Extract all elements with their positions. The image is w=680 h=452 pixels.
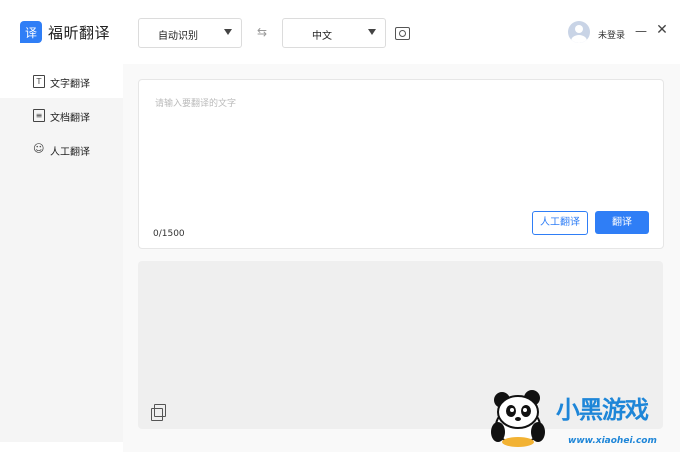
text-icon: T xyxy=(33,75,45,88)
chevron-down-icon xyxy=(224,29,232,35)
sidebar-item-text-translate[interactable]: T 文字翻译 xyxy=(0,64,123,98)
target-language-value: 中文 xyxy=(312,31,332,42)
source-language-select[interactable]: 自动识别 xyxy=(138,18,242,48)
human-icon: ☺ xyxy=(33,142,45,155)
sidebar-item-human-translate[interactable]: ☺ 人工翻译 xyxy=(0,132,123,166)
watermark: 小黑游戏 www.xiaohei.com xyxy=(486,384,680,450)
source-language-value: 自动识别 xyxy=(158,31,198,42)
human-translate-button[interactable]: 人工翻译 xyxy=(532,211,588,235)
sidebar-item-label: 文档翻译 xyxy=(50,113,90,124)
watermark-text: 小黑游戏 xyxy=(556,396,649,424)
character-counter: 0/1500 xyxy=(153,229,185,239)
top-bar: 译 福昕翻译 自动识别 ⇆ 中文 未登录 — ✕ xyxy=(0,0,680,64)
sidebar-item-label: 人工翻译 xyxy=(50,147,90,158)
translate-button[interactable]: 翻译 xyxy=(595,211,649,234)
copy-icon[interactable] xyxy=(151,404,166,421)
document-icon: ≡ xyxy=(33,109,45,122)
target-language-select[interactable]: 中文 xyxy=(282,18,386,48)
minimize-icon[interactable]: — xyxy=(635,24,647,38)
camera-icon[interactable] xyxy=(395,27,410,40)
watermark-url: www.xiaohei.com xyxy=(568,436,657,446)
source-text-input[interactable]: 请输入要翻译的文字 0/1500 人工翻译 翻译 xyxy=(138,79,664,249)
close-icon[interactable]: ✕ xyxy=(655,22,669,38)
panda-mascot-icon xyxy=(491,390,545,447)
app-logo-icon: 译 xyxy=(20,21,42,43)
login-status[interactable]: 未登录 xyxy=(598,28,625,41)
swap-languages-icon[interactable]: ⇆ xyxy=(253,25,271,39)
chevron-down-icon xyxy=(368,29,376,35)
sidebar: T 文字翻译 ≡ 文档翻译 ☺ 人工翻译 xyxy=(0,64,123,442)
sidebar-item-label: 文字翻译 xyxy=(50,79,90,90)
logo-glyph: 译 xyxy=(24,25,37,40)
app-title: 福昕翻译 xyxy=(48,24,111,42)
sidebar-item-document-translate[interactable]: ≡ 文档翻译 xyxy=(0,98,123,132)
avatar[interactable] xyxy=(568,21,590,43)
input-placeholder[interactable]: 请输入要翻译的文字 xyxy=(155,96,236,109)
